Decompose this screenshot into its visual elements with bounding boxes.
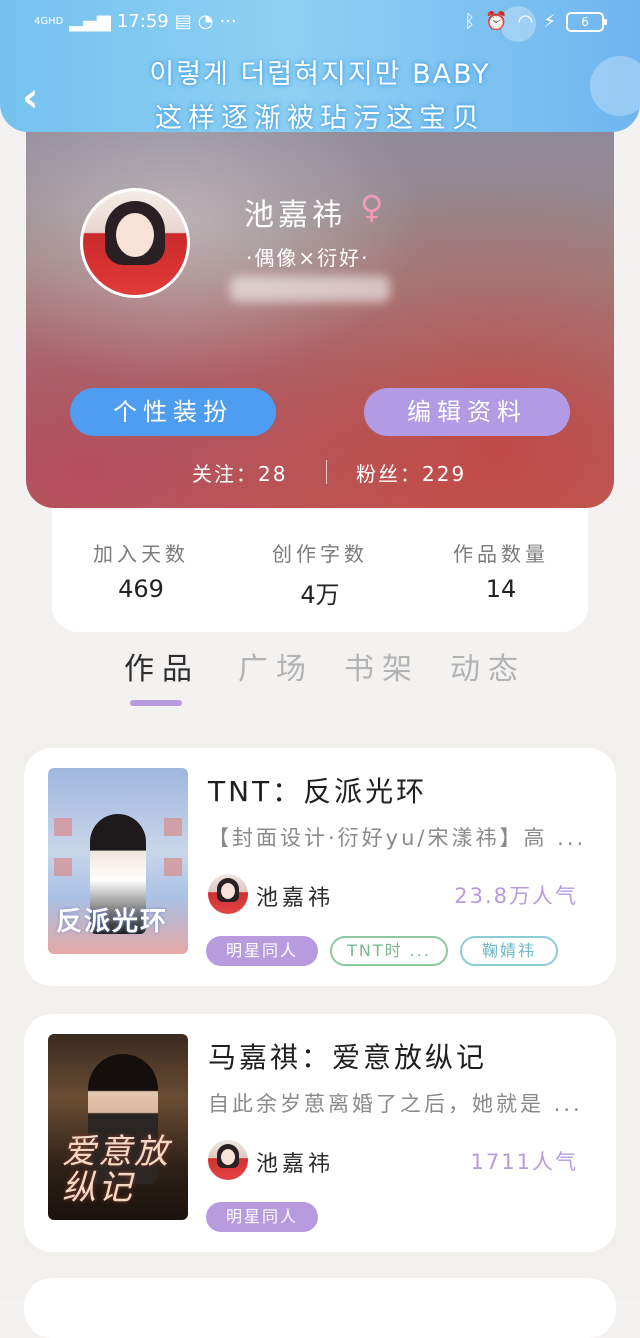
tab-activity[interactable]: 动态 [450, 644, 526, 688]
profile-name: 池嘉祎 [244, 198, 346, 233]
edit-profile-button[interactable]: 编辑资料 [364, 388, 570, 436]
work-description: 【封面设计·衍好yu/宋漾祎】高 ... [208, 826, 587, 850]
stat-value: 14 [485, 575, 517, 603]
work-title[interactable]: 马嘉祺：爱意放纵记 [208, 1036, 487, 1076]
stat-label: 加入天数 [93, 542, 189, 566]
status-bar: 4GHD ▂▄▆ 17:59 ▤ ◔ ··· ᛒ ⏰ ◠ ⚡ 6 [0, 0, 640, 46]
tag-tnt[interactable]: TNT时 ... [330, 936, 448, 966]
tag-celebrity-fanfic[interactable]: 明星同人 [206, 1202, 318, 1232]
stat-word-count: 创作字数 4万 [235, 538, 405, 610]
lyric-line-2: 这样逐渐被玷污这宝贝 [155, 103, 485, 132]
tag-actress[interactable]: 鞠婧祎 [460, 936, 558, 966]
tag-celebrity-fanfic[interactable]: 明星同人 [206, 936, 318, 966]
work-author: 池嘉祎 [256, 886, 335, 911]
work-cover[interactable]: 爱意放纵记 [48, 1034, 188, 1220]
notification-icon: ▤ [174, 11, 192, 32]
tab-works[interactable]: 作品 [124, 644, 200, 688]
blurred-signature [230, 276, 390, 302]
top-banner: 4GHD ▂▄▆ 17:59 ▤ ◔ ··· ᛒ ⏰ ◠ ⚡ 6 ‹ 이렇게 더… [0, 0, 640, 132]
work-card[interactable]: 爱意放纵记 马嘉祺：爱意放纵记 自此余岁葸离婚了之后，她就是 ... 池嘉祎 1… [24, 1014, 616, 1252]
profile-card: 池嘉祎 ♀ ·偶像×衍好· 个性装扮 编辑资料 关注：28 粉丝：229 [26, 100, 614, 508]
battery-icon: 6 [566, 11, 607, 32]
outfit-button[interactable]: 个性装扮 [70, 388, 276, 436]
stat-label: 创作字数 [272, 542, 368, 566]
work-author: 池嘉祎 [256, 1152, 335, 1177]
network-type: 4GHD [34, 15, 64, 27]
charging-icon: ⚡ [543, 11, 556, 32]
work-card[interactable]: 反派光环 TNT：反派光环 【封面设计·衍好yu/宋漾祎】高 ... 池嘉祎 2… [24, 748, 616, 986]
alarm-icon: ⏰ [485, 11, 508, 32]
more-icon: ··· [219, 11, 237, 32]
stat-label: 作品数量 [453, 542, 549, 566]
lyric-line-1: 이렇게 더럽혀지지만 BABY [149, 59, 491, 90]
wifi-icon: ◠ [517, 11, 534, 32]
stat-works-count: 作品数量 14 [416, 538, 586, 603]
clock: 17:59 [116, 11, 169, 32]
app-icon: ◔ [197, 11, 214, 32]
active-tab-indicator [130, 700, 182, 706]
stat-join-days: 加入天数 469 [56, 538, 226, 603]
stats-card: 加入天数 469 创作字数 4万 作品数量 14 [52, 504, 588, 632]
profile-tagline: ·偶像×衍好· [246, 246, 370, 270]
author-avatar [208, 1140, 248, 1180]
stat-value: 4万 [300, 581, 340, 609]
fans-count[interactable]: 粉丝：229 [356, 458, 466, 487]
work-popularity: 23.8万人气 [454, 884, 578, 908]
avatar[interactable] [80, 188, 190, 298]
work-description: 自此余岁葸离婚了之后，她就是 ... [208, 1092, 583, 1116]
cover-title: 爱意放纵记 [62, 1132, 170, 1208]
cover-title: 反派光环 [56, 907, 169, 937]
female-icon: ♀ [360, 188, 384, 226]
tab-square[interactable]: 广场 [238, 644, 314, 688]
tab-bookshelf[interactable]: 书架 [344, 644, 420, 688]
tab-bar: 作品 广场 书架 动态 [0, 640, 640, 716]
bluetooth-icon: ᛒ [464, 11, 476, 32]
signal-icon: ▂▄▆ [69, 11, 111, 32]
work-cover[interactable]: 反派光环 [48, 768, 188, 954]
work-title[interactable]: TNT：反派光环 [208, 770, 427, 810]
stat-value: 469 [118, 575, 164, 603]
follows-count[interactable]: 关注：28 [192, 458, 287, 487]
work-popularity: 1711人气 [470, 1150, 578, 1174]
work-card[interactable] [24, 1278, 616, 1338]
divider [326, 460, 327, 484]
author-avatar [208, 874, 248, 914]
